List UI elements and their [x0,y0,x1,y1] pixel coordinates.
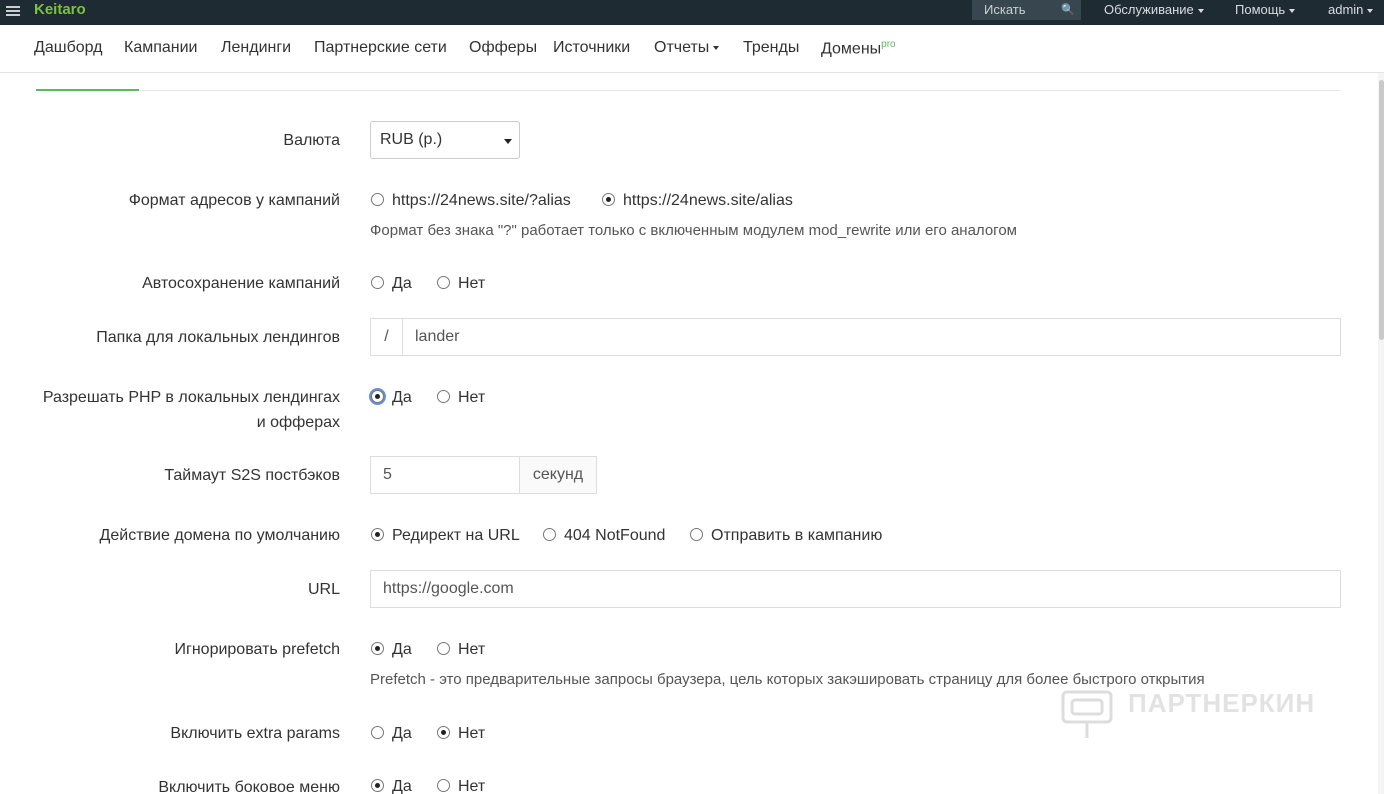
tab-divider [36,90,1341,91]
radio-button-checked[interactable] [371,779,384,792]
search-input[interactable]: Искать 🔍 [972,0,1081,20]
watermark: ПАРТНЕРКИН [1060,684,1340,744]
tab-active-indicator[interactable] [36,89,139,91]
nav-trends[interactable]: Тренды [743,39,799,57]
allow-php-no[interactable]: Нет [437,388,485,408]
side-menu-yes[interactable]: Да [371,777,412,794]
domain-action-campaign[interactable]: Отправить в кампанию [690,526,882,546]
autosave-label: Автосохранение кампаний [142,275,340,292]
landers-folder-label: Папка для локальных лендингов [96,329,340,346]
radio-button[interactable] [437,276,450,289]
radio-button[interactable] [371,726,384,739]
menu-maintenance[interactable]: Обслуживание [1104,2,1204,17]
domain-action-redirect[interactable]: Редирект на URL [371,526,520,546]
allow-php-yes[interactable]: Да [371,388,412,408]
ignore-prefetch-label: Игнорировать prefetch [174,641,341,658]
nav-sources[interactable]: Источники [553,39,630,57]
nav-affiliate-networks[interactable]: Партнерские сети [314,39,447,57]
url-format-help: Формат без знака "?" работает только с в… [370,222,1017,239]
menu-help[interactable]: Помощь [1235,2,1296,17]
radio-button[interactable] [371,276,384,289]
currency-select[interactable]: RUB (р.) [370,121,520,159]
s2s-timeout-label: Таймаут S2S постбэков [164,467,340,484]
domain-action-label: Действие домена по умолчанию [99,527,340,544]
brand-logo[interactable]: Keitaro [34,1,86,18]
top-bar: Keitaro Искать 🔍 Обслуживание Помощь adm… [0,0,1384,25]
url-input[interactable]: https://google.com [370,570,1341,608]
chevron-down-icon [713,45,720,50]
dropdown-arrow-icon [504,139,512,144]
radio-button[interactable] [437,390,450,403]
search-icon[interactable]: 🔍 [1061,3,1075,16]
extra-params-label: Включить extra params [170,725,340,742]
currency-label: Валюта [283,132,340,149]
radio-button-checked[interactable] [371,390,384,403]
s2s-timeout-input[interactable]: 5 [370,456,520,494]
allow-php-label: Разрешать PHP в локальных лендингах и оф… [42,389,340,431]
nav-offers[interactable]: Офферы [469,39,537,57]
url-format-option-query[interactable]: https://24news.site/?alias [371,191,571,211]
radio-button-checked[interactable] [437,726,450,739]
hamburger-menu-icon[interactable] [6,4,20,18]
radio-button[interactable] [371,193,384,206]
pro-badge: pro [881,39,896,50]
nav-reports[interactable]: Отчеты [654,39,720,57]
main-nav: Дашборд Кампании Лендинги Партнерские се… [0,25,1384,73]
side-menu-label: Включить боковое меню [158,779,340,794]
s2s-timeout-suffix: секунд [519,456,597,494]
side-menu-no[interactable]: Нет [437,777,485,794]
radio-button[interactable] [690,528,703,541]
extra-params-yes[interactable]: Да [371,724,412,744]
scrollbar-thumb[interactable] [1379,80,1384,340]
radio-button-checked[interactable] [602,193,615,206]
extra-params-no[interactable]: Нет [437,724,485,744]
radio-button-checked[interactable] [371,528,384,541]
radio-button[interactable] [543,528,556,541]
nav-domains[interactable]: Доменыpro [821,39,896,58]
url-label: URL [307,581,340,598]
autosave-no[interactable]: Нет [437,274,485,294]
autosave-yes[interactable]: Да [371,274,412,294]
url-format-label: Формат адресов у кампаний [128,192,340,209]
landers-folder-prefix: / [370,318,403,356]
watermark-logo-icon [1061,690,1113,738]
nav-campaigns[interactable]: Кампании [124,39,198,57]
chevron-down-icon [1197,8,1204,13]
chevron-down-icon [1289,8,1296,13]
ignore-prefetch-no[interactable]: Нет [437,640,485,660]
url-format-option-rewrite[interactable]: https://24news.site/alias [602,191,793,211]
chevron-down-icon [1367,8,1374,13]
radio-button[interactable] [437,779,450,792]
landers-folder-input[interactable]: lander [402,318,1341,356]
menu-user[interactable]: admin [1328,2,1374,17]
domain-action-404[interactable]: 404 NotFound [543,526,665,546]
nav-dashboard[interactable]: Дашборд [34,39,103,57]
search-placeholder: Искать [984,2,1026,17]
ignore-prefetch-yes[interactable]: Да [371,640,412,660]
radio-button[interactable] [437,642,450,655]
nav-landings[interactable]: Лендинги [221,39,291,57]
watermark-text: ПАРТНЕРКИН [1128,688,1316,718]
radio-button-checked[interactable] [371,642,384,655]
